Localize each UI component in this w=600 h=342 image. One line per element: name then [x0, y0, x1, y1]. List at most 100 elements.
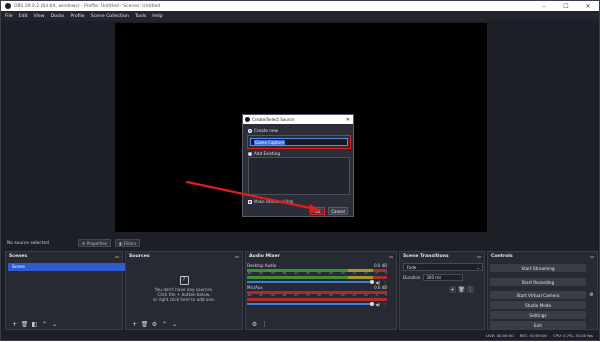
add-scene-button[interactable]: + [11, 321, 18, 328]
properties-button[interactable]: ⚙ Properties [77, 239, 111, 247]
move-up-button[interactable]: ⌃ [161, 321, 168, 328]
scenes-toolbar: + 🗑 ◧ ⌃ ⌄ [6, 319, 122, 329]
minimize-button[interactable]: – [533, 1, 555, 11]
menu-scene-collection[interactable]: Scene Collection [91, 14, 129, 19]
scenes-dock: Scenes ▭ Scene + 🗑 ◧ ⌃ ⌄ [5, 251, 126, 330]
dock-menu-icon[interactable]: ▭ [477, 254, 481, 259]
meter-ticks: -60 -55 -50 -45 -40 -35 -30 -25 -20 -15 -10 -5 0 [247, 294, 387, 297]
speaker-icon[interactable]: ◀) [375, 280, 380, 285]
cpu-status: CPU: 0.7%, 30.00 fps [552, 333, 593, 338]
studio-mode-button[interactable]: Studio Mode [490, 301, 586, 309]
speaker-icon[interactable]: ◀) [375, 302, 380, 307]
existing-sources-list[interactable] [248, 157, 350, 195]
sources-dock: Sources ▭ ? You don't have any sources. … [125, 251, 243, 330]
menu-file[interactable]: File [5, 14, 13, 19]
make-visible-checkbox[interactable]: Make source visible [248, 199, 293, 204]
settings-button[interactable]: Settings [490, 311, 586, 319]
volume-slider[interactable] [247, 301, 375, 306]
remove-source-button[interactable]: 🗑 [141, 321, 149, 328]
meter-ticks: -60 -55 -50 -45 -40 -35 -30 -25 -20 -15 -10 -5 0 [247, 272, 387, 275]
mixer-track: Desktop Audio 0.0 dB -60 -55 -50 -45 -40 -35 -3… [247, 263, 387, 285]
source-name-input[interactable]: Game Capture [250, 138, 348, 146]
mixer-track: Mic/Aux 0.0 dB -60 -55 -50 -45 -40 -35 -30 -25 -2… [247, 285, 387, 307]
more-icon[interactable]: ⋮ [383, 302, 387, 307]
more-icon[interactable]: ⋮ [467, 286, 474, 293]
gear-icon[interactable]: ⚙ [588, 291, 595, 299]
dock-menu-icon[interactable]: ▭ [235, 254, 239, 259]
move-down-button[interactable]: ⌄ [171, 321, 178, 328]
duration-row: Duration 300 ms [403, 274, 464, 281]
dialog-close-button[interactable]: ✕ [346, 117, 350, 123]
status-bar: LIVE: 00:00:00 REC: 00:00:00 CPU: 0.7%, … [1, 331, 599, 340]
source-properties-button[interactable]: ⚙ [151, 321, 158, 328]
transition-select[interactable]: Fade ⌄ [403, 263, 483, 271]
radio-unselected-icon [248, 151, 252, 156]
controls-title: Controls [491, 254, 513, 259]
create-new-radio[interactable]: Create new [248, 128, 278, 133]
dialog-title-bar: Create/Select Source ✕ [243, 115, 353, 124]
menu-tools[interactable]: Tools [135, 14, 146, 19]
dock-header: Scenes ▭ [6, 252, 122, 261]
mixer-title: Audio Mixer [249, 254, 280, 259]
start-recording-button[interactable]: Start Recording [490, 278, 586, 286]
track-name: Desktop Audio [247, 263, 277, 268]
no-source-label: No source selected [7, 240, 49, 246]
maximize-button[interactable]: ☐ [555, 1, 577, 11]
window-title: OBS 29.0.2 (64-bit, windows) - Profile: … [14, 3, 161, 9]
filters-label: Filters [124, 240, 137, 246]
volume-meter [247, 298, 387, 301]
ok-button[interactable]: OK [310, 207, 325, 215]
add-transition-button[interactable]: + [449, 286, 456, 293]
menu-edit[interactable]: Edit [19, 14, 28, 19]
scene-filters-button[interactable]: ◧ [31, 321, 38, 328]
transitions-title: Scene Transitions [403, 254, 449, 259]
sources-toolbar: + 🗑 ⚙ ⌃ ⌄ [126, 319, 242, 329]
dock-menu-icon[interactable]: ▭ [590, 254, 594, 259]
menu-profile[interactable]: Profile [70, 14, 84, 19]
scene-list-item[interactable]: Scene [8, 263, 126, 271]
slider-handle[interactable] [370, 279, 375, 284]
dock-menu-icon[interactable]: ▭ [115, 254, 119, 259]
checkbox-checked-icon [248, 199, 252, 204]
move-down-button[interactable]: ⌄ [51, 321, 58, 328]
audio-mixer-dock: Audio Mixer ▭ Desktop Audio 0.0 dB -60 -55… [245, 251, 397, 330]
remove-transition-button[interactable]: 🗑 [458, 286, 465, 293]
cancel-button[interactable]: Cancel [328, 207, 348, 215]
menu-help[interactable]: Help [152, 14, 162, 19]
more-icon[interactable]: ⋮ [383, 280, 387, 285]
move-up-button[interactable]: ⌃ [41, 321, 48, 328]
create-new-label: Create new [254, 128, 278, 133]
menu-view[interactable]: View [34, 14, 45, 19]
exit-button[interactable]: Exit [490, 321, 586, 329]
track-db: 0.0 dB [374, 263, 387, 268]
add-existing-radio[interactable]: Add Existing [248, 151, 280, 156]
advanced-audio-icon[interactable]: ⚙ [251, 321, 258, 328]
dock-header: Audio Mixer ▭ [246, 252, 396, 261]
filters-button[interactable]: ◧ Filters [114, 239, 141, 247]
obs-logo-icon [5, 3, 11, 9]
radio-selected-icon [248, 128, 252, 133]
dock-menu-icon[interactable]: ▭ [389, 254, 393, 259]
duration-input[interactable]: 300 ms [423, 274, 464, 281]
slider-handle[interactable] [370, 301, 375, 306]
title-bar: OBS 29.0.2 (64-bit, windows) - Profile: … [1, 1, 599, 11]
close-button[interactable]: ✕ [577, 1, 599, 11]
menu-docks[interactable]: Docks [51, 14, 65, 19]
start-streaming-button[interactable]: Start Streaming [490, 264, 586, 272]
live-status: LIVE: 00:00:00 [485, 333, 514, 338]
add-source-button[interactable]: + [131, 321, 138, 328]
rec-status: REC: 00:00:00 [519, 333, 547, 338]
more-icon[interactable]: ⋮ [261, 321, 268, 328]
chevron-down-icon: ⌄ [476, 265, 480, 270]
start-virtual-camera-button[interactable]: Start Virtual Camera [490, 291, 586, 299]
remove-scene-button[interactable]: 🗑 [21, 321, 29, 328]
annotation-highlight-box: Game Capture [247, 135, 351, 149]
volume-slider[interactable] [247, 279, 375, 284]
source-name-value: Game Capture [254, 140, 286, 145]
transition-buttons: + 🗑 ⋮ [449, 286, 476, 293]
menu-bar: File Edit View Docks Profile Scene Colle… [1, 11, 599, 21]
volume-meter [247, 276, 387, 279]
transition-value: Fade [407, 265, 417, 270]
properties-label: Properties [86, 240, 107, 246]
sources-empty-state[interactable]: ? You don't have any sources. Click the … [126, 276, 242, 303]
